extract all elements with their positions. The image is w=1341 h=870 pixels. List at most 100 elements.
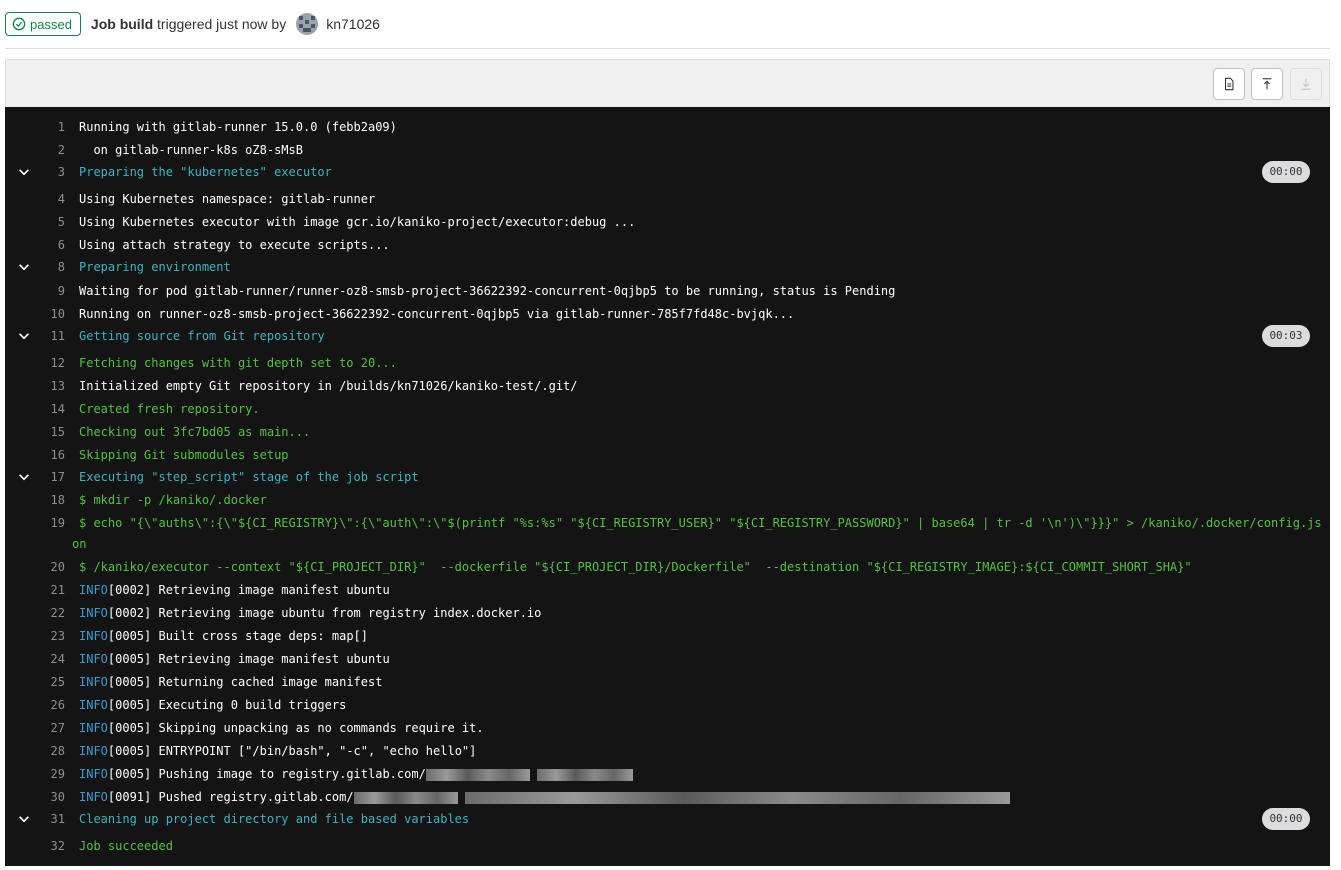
line-number[interactable]: 11 [5, 326, 65, 346]
line-content: on gitlab-runner-k8s oZ8-sMsB [79, 143, 303, 157]
log-level: INFO [79, 744, 108, 758]
job-summary: Job build triggered just now by [91, 16, 286, 32]
log-line: 26 INFO[0005] Executing 0 build triggers [5, 695, 1330, 715]
line-number[interactable]: 15 [5, 422, 65, 442]
line-number[interactable]: 28 [5, 741, 65, 761]
log-level: INFO [79, 721, 108, 735]
line-number[interactable]: 14 [5, 399, 65, 419]
line-number[interactable]: 12 [5, 353, 65, 373]
line-number[interactable]: 22 [5, 603, 65, 623]
line-text: $ /kaniko/executor --context "${CI_PROJE… [79, 557, 1192, 577]
section-duration-badge: 00:00 [1262, 161, 1310, 183]
log-line: on [5, 534, 1330, 554]
line-content: Skipping Git submodules setup [79, 448, 289, 462]
line-text: on [72, 534, 86, 554]
line-content: Waiting for pod gitlab-runner/runner-oz8… [79, 284, 896, 298]
line-content: Fetching changes with git depth set to 2… [79, 356, 397, 370]
line-number[interactable]: 24 [5, 649, 65, 669]
scroll-to-top-button[interactable] [1251, 68, 1283, 100]
line-text: INFO[0005] Pushing image to registry.git… [79, 764, 634, 784]
log-line: 6 Using attach strategy to execute script… [5, 235, 1330, 255]
line-number[interactable]: 19 [5, 513, 65, 533]
log-line: 28 INFO[0005] ENTRYPOINT ["/bin/bash", "-… [5, 741, 1330, 761]
line-content: Initialized empty Git repository in /bui… [79, 379, 578, 393]
log-section-header[interactable]: 3 Preparing the "kubernetes" executor 00:0… [5, 161, 1330, 183]
line-number[interactable]: 32 [5, 836, 65, 856]
line-content: Running with gitlab-runner 15.0.0 (febb2… [79, 120, 397, 134]
line-content: [0091] Pushed registry.gitlab.com/ [107, 790, 354, 804]
log-section-header[interactable]: 17 Executing "step_script" stage of the j… [5, 467, 1330, 487]
line-text: Using Kubernetes namespace: gitlab-runne… [79, 189, 375, 209]
line-content: [0005] Retrieving image manifest ubuntu [107, 652, 390, 666]
trigger-text: triggered just now by [153, 16, 287, 32]
log-line: 25 INFO[0005] Returning cached image mani… [5, 672, 1330, 692]
line-content: Using Kubernetes executor with image gcr… [79, 215, 636, 229]
log-line: 19 $ echo "{\"auths\":{\"${CI_REGISTRY}\"… [5, 513, 1330, 533]
redacted-text [425, 768, 530, 781]
log-line: 20 $ /kaniko/executor --context "${CI_PRO… [5, 557, 1330, 577]
line-number[interactable]: 16 [5, 445, 65, 465]
username-link[interactable]: kn71026 [326, 16, 380, 32]
log-line: 12 Fetching changes with git depth set to… [5, 353, 1330, 373]
line-number[interactable]: 26 [5, 695, 65, 715]
avatar[interactable] [296, 13, 319, 35]
log-section-header[interactable]: 11 Getting source from Git repository 00:0… [5, 325, 1330, 347]
line-number[interactable]: 6 [5, 235, 65, 255]
log-line: 14 Created fresh repository. [5, 399, 1330, 419]
log-line: 13 Initialized empty Git repository in /b… [5, 376, 1330, 396]
line-number[interactable]: 9 [5, 281, 65, 301]
scroll-to-bottom-icon [1301, 78, 1311, 90]
line-number[interactable]: 20 [5, 557, 65, 577]
redacted-text [353, 791, 458, 804]
line-text: INFO[0002] Retrieving image ubuntu from … [79, 603, 541, 623]
section-duration-badge: 00:00 [1262, 808, 1310, 830]
line-content: $ /kaniko/executor --context "${CI_PROJE… [79, 560, 1192, 574]
line-number[interactable]: 21 [5, 580, 65, 600]
line-text: INFO[0002] Retrieving image manifest ubu… [79, 580, 390, 600]
log-level: INFO [79, 583, 108, 597]
line-number[interactable]: 23 [5, 626, 65, 646]
line-text: Running with gitlab-runner 15.0.0 (febb2… [79, 117, 397, 137]
raw-log-button[interactable] [1213, 68, 1245, 100]
line-number[interactable]: 25 [5, 672, 65, 692]
line-number[interactable]: 27 [5, 718, 65, 738]
line-text: Checking out 3fc7bd05 as main... [79, 422, 310, 442]
line-number[interactable]: 2 [5, 140, 65, 160]
line-text: INFO[0005] ENTRYPOINT ["/bin/bash", "-c"… [79, 741, 476, 761]
line-number[interactable]: 13 [5, 376, 65, 396]
line-number[interactable]: 17 [5, 467, 65, 487]
line-text: INFO[0091] Pushed registry.gitlab.com/ [79, 787, 1010, 807]
redacted-text [464, 791, 1010, 804]
line-number[interactable]: 18 [5, 490, 65, 510]
line-number[interactable]: 29 [5, 764, 65, 784]
line-content: Preparing environment [79, 260, 231, 274]
log-line: 29 INFO[0005] Pushing image to registry.g… [5, 764, 1330, 784]
line-content: [0002] Retrieving image ubuntu from regi… [107, 606, 542, 620]
line-content: Executing "step_script" stage of the job… [79, 470, 419, 484]
line-number[interactable]: 30 [5, 787, 65, 807]
scroll-to-bottom-button[interactable] [1290, 68, 1322, 100]
status-badge[interactable]: passed [5, 12, 81, 36]
line-text: on gitlab-runner-k8s oZ8-sMsB [79, 140, 303, 160]
line-number[interactable]: 3 [5, 162, 65, 182]
log-level: INFO [79, 698, 108, 712]
log-level: INFO [79, 675, 108, 689]
line-text: Getting source from Git repository [79, 326, 325, 346]
log-line: 18 $ mkdir -p /kaniko/.docker [5, 490, 1330, 510]
log-line: 10 Running on runner-oz8-smsb-project-366… [5, 304, 1330, 324]
line-content: Job succeeded [79, 839, 173, 853]
line-number[interactable]: 31 [5, 809, 65, 829]
line-number[interactable]: 5 [5, 212, 65, 232]
line-number[interactable]: 10 [5, 304, 65, 324]
log-section-header[interactable]: 31 Cleaning up project directory and file… [5, 808, 1330, 830]
line-content: [0005] Executing 0 build triggers [107, 698, 347, 712]
log-section-header[interactable]: 8 Preparing environment [5, 257, 1330, 277]
line-number[interactable]: 8 [5, 257, 65, 277]
line-text: Preparing environment [79, 257, 231, 277]
line-text: Executing "step_script" stage of the job… [79, 467, 419, 487]
line-number[interactable]: 4 [5, 189, 65, 209]
line-content: [0005] Built cross stage deps: map[] [107, 629, 368, 643]
log-line: 32 Job succeeded [5, 836, 1330, 856]
line-number[interactable]: 1 [5, 117, 65, 137]
line-content: [0005] Pushing image to registry.gitlab.… [107, 767, 426, 781]
